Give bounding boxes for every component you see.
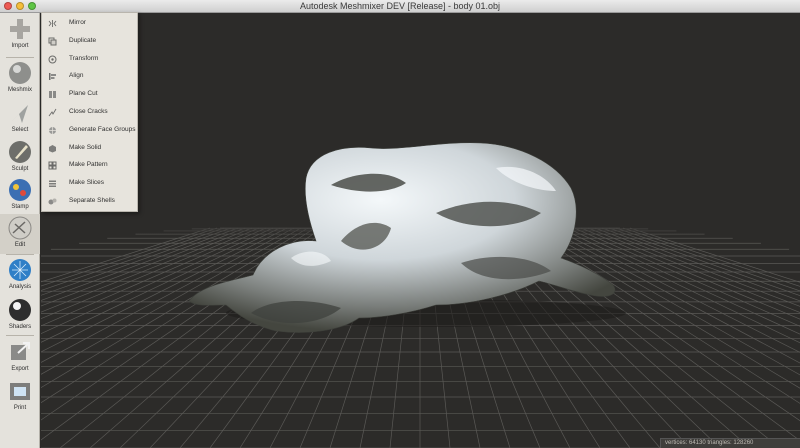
stamp-icon	[9, 179, 31, 201]
menu-item-label: Align	[69, 72, 84, 80]
sculpt-label: Sculpt	[11, 166, 29, 172]
export-label: Export	[11, 366, 29, 372]
make-pattern-icon	[48, 161, 57, 170]
printer-icon	[10, 383, 30, 400]
meshmix-label: Meshmix	[7, 87, 32, 93]
face-groups-icon	[49, 126, 56, 134]
menu-item-align[interactable]: Align	[42, 68, 137, 85]
make-slices-icon	[49, 180, 56, 188]
select-arrow-icon	[12, 105, 28, 123]
menu-item-plane-cut[interactable]: Plane Cut	[42, 86, 137, 103]
toolbar-divider	[6, 254, 34, 255]
toolbar-divider	[6, 57, 34, 58]
mirror-icon	[48, 20, 57, 27]
meshmixer-window: Autodesk Meshmixer DEV [Release] - body …	[0, 0, 800, 448]
toolbar-divider	[6, 335, 34, 336]
print-button[interactable]: Print	[0, 377, 40, 417]
3d-viewport[interactable]: vertices: 64130 triangles: 128260	[41, 13, 800, 448]
stamp-button[interactable]: Stamp	[0, 176, 40, 216]
export-icon	[11, 342, 30, 360]
analysis-button[interactable]: Analysis	[0, 256, 40, 296]
plus-icon	[10, 19, 30, 39]
analysis-label: Analysis	[8, 284, 32, 290]
select-button[interactable]: Select	[0, 99, 40, 139]
menu-item-label: Make Solid	[69, 143, 102, 151]
menu-item-label: Plane Cut	[69, 90, 98, 98]
menu-item-label: Transform	[69, 54, 99, 62]
menu-item-make-slices[interactable]: Make Slices	[42, 175, 137, 192]
menu-item-mirror[interactable]: Mirror	[42, 15, 137, 32]
menu-item-make-solid[interactable]: Make Solid	[42, 140, 137, 157]
menu-item-label: Make Slices	[69, 179, 105, 187]
window-title: Autodesk Meshmixer DEV [Release] - body …	[299, 1, 501, 11]
select-label: Select	[11, 127, 29, 133]
analysis-icon	[9, 259, 31, 281]
transform-icon	[48, 55, 57, 64]
edit-menu: Mirror Duplicate Transform Align Plane Cut Cl…	[41, 12, 138, 212]
menu-item-make-pattern[interactable]: Make Pattern	[42, 157, 137, 174]
close-cracks-icon	[48, 108, 57, 117]
import-button[interactable]: Import	[0, 15, 40, 55]
separate-shells-icon	[48, 198, 57, 205]
menu-item-label: Duplicate	[69, 36, 97, 44]
edit-label: Edit	[14, 242, 26, 248]
menu-item-transform[interactable]: Transform	[42, 51, 137, 68]
plane-cut-icon	[49, 91, 56, 99]
menu-item-label: Separate Shells	[69, 197, 115, 204]
brush-icon	[9, 141, 31, 163]
meshmix-icon	[9, 62, 31, 84]
make-solid-icon	[49, 144, 56, 153]
print-label: Print	[13, 405, 27, 411]
edit-button[interactable]: Edit	[0, 214, 40, 254]
scene-canvas[interactable]	[41, 13, 800, 448]
menu-item-separate-shells[interactable]: Separate Shells	[42, 193, 137, 210]
shader-sphere-icon	[9, 299, 31, 321]
menu-item-generate-face-groups[interactable]: Generate Face Groups	[42, 122, 137, 139]
menu-item-duplicate[interactable]: Duplicate	[42, 33, 137, 50]
import-label: Import	[11, 43, 29, 49]
mesh-stats: vertices: 64130 triangles: 128260	[665, 440, 754, 446]
shaders-button[interactable]: Shaders	[0, 296, 40, 336]
edit-icon	[8, 216, 32, 240]
menu-item-close-cracks[interactable]: Close Cracks	[42, 104, 137, 121]
menu-item-label: Make Pattern	[69, 161, 108, 169]
menu-item-label: Generate Face Groups	[69, 125, 136, 133]
shaders-label: Shaders	[8, 324, 32, 330]
meshmix-button[interactable]: Meshmix	[0, 59, 40, 99]
left-toolbar: Import Meshmix Select Sculpt Stamp Edit …	[0, 13, 40, 448]
align-icon	[49, 73, 56, 81]
status-bar: vertices: 64130 triangles: 128260	[660, 438, 800, 448]
duplicate-icon	[48, 37, 57, 46]
export-button[interactable]: Export	[0, 338, 40, 378]
menu-item-label: Mirror	[69, 19, 86, 26]
stamp-label: Stamp	[11, 204, 29, 210]
sculpt-button[interactable]: Sculpt	[0, 138, 40, 178]
menu-item-label: Close Cracks	[69, 108, 108, 115]
